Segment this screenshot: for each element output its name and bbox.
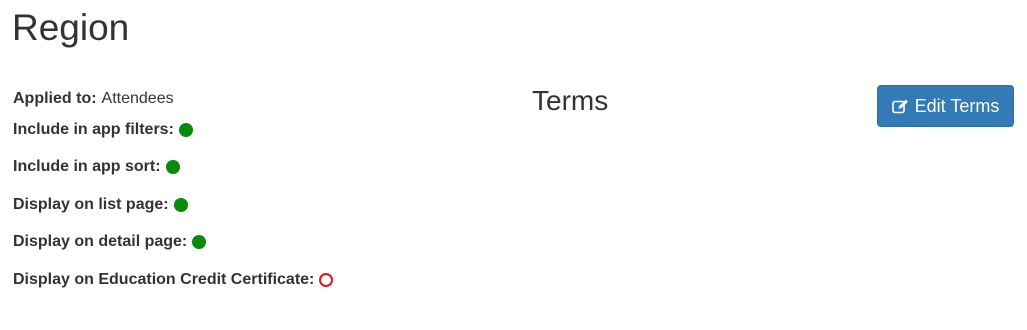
property-label: Display on Education Credit Certificate: <box>13 270 315 288</box>
property-display-on-list-page: Display on list page: <box>13 186 513 224</box>
property-label: Display on detail page: <box>13 233 188 251</box>
disabled-status-icon <box>319 272 334 287</box>
property-applied-to: Applied to: Attendees <box>13 86 513 111</box>
property-label: Include in app filters: <box>13 120 174 138</box>
enabled-status-icon <box>178 122 193 137</box>
enabled-status-icon <box>165 160 180 175</box>
property-include-in-app-filters: Include in app filters: <box>13 111 513 149</box>
property-display-on-education-credit-certificate: Display on Education Credit Certificate: <box>13 261 513 299</box>
page-title: Region <box>12 7 130 48</box>
edit-terms-button[interactable]: Edit Terms <box>877 85 1014 127</box>
property-label: Display on list page: <box>13 195 169 213</box>
property-display-on-detail-page: Display on detail page: <box>13 224 513 262</box>
property-value: Attendees <box>101 89 174 107</box>
property-list: Applied to: Attendees Include in app fil… <box>13 86 513 299</box>
edit-icon <box>891 99 908 113</box>
terms-section-title: Terms <box>532 85 609 116</box>
enabled-status-icon <box>173 197 188 212</box>
enabled-status-icon <box>192 235 207 250</box>
property-label: Include in app sort: <box>13 158 161 176</box>
property-include-in-app-sort: Include in app sort: <box>13 149 513 187</box>
property-label: Applied to: <box>13 89 97 107</box>
edit-terms-button-label: Edit Terms <box>914 95 1000 116</box>
